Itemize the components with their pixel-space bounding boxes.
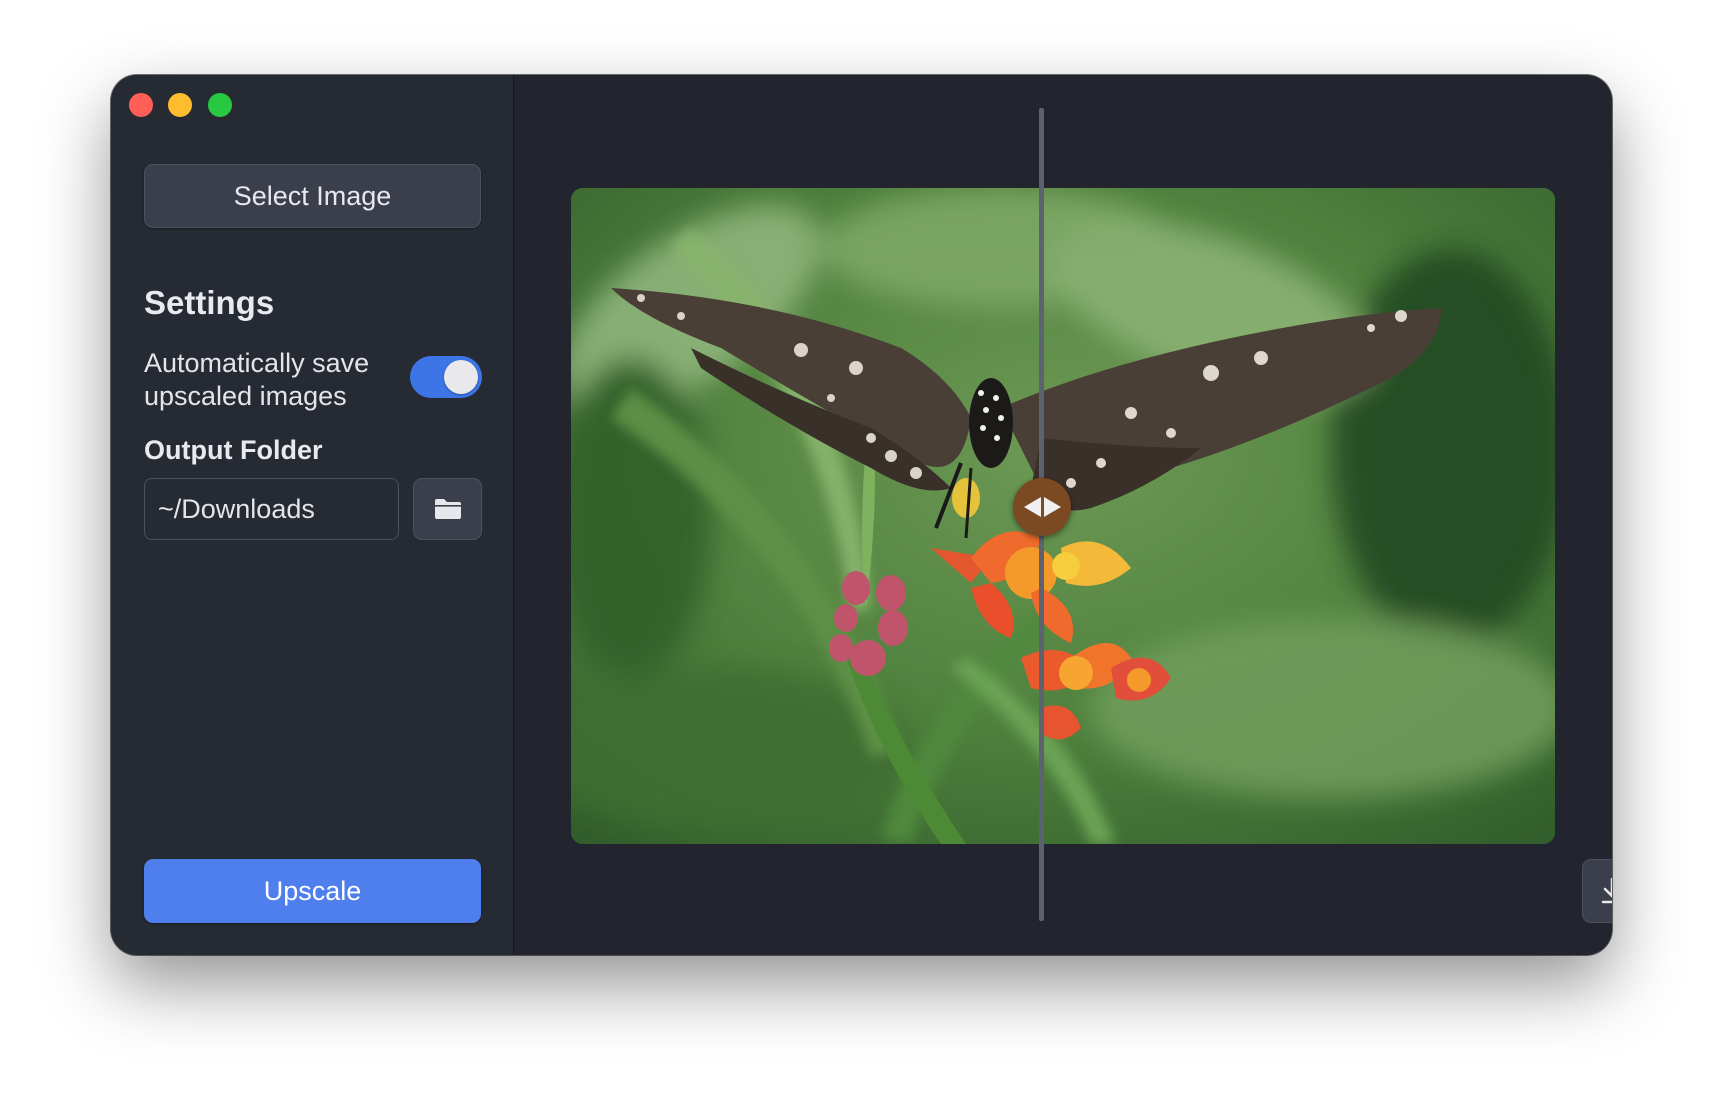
output-folder-field[interactable]: ~/Downloads (144, 478, 399, 540)
app-window: Select Image Settings Automatically save… (111, 75, 1612, 955)
auto-save-toggle[interactable] (410, 356, 482, 398)
select-image-button[interactable]: Select Image (144, 164, 481, 228)
window-close-button[interactable] (129, 93, 153, 117)
folder-icon (434, 499, 461, 519)
preview-area (514, 75, 1612, 955)
arrow-right-icon (1043, 497, 1061, 517)
window-minimize-button[interactable] (168, 93, 192, 117)
comparison-slider-handle[interactable] (1013, 478, 1071, 536)
upscale-button[interactable]: Upscale (144, 859, 481, 923)
output-folder-value: ~/Downloads (158, 493, 315, 524)
output-folder-label: Output Folder (144, 435, 323, 465)
download-icon (1601, 877, 1612, 904)
auto-save-label: Automatically save upscaled images (144, 348, 370, 411)
browse-folder-button[interactable] (413, 478, 482, 540)
settings-heading: Settings (144, 284, 275, 321)
download-button[interactable] (1582, 859, 1612, 923)
arrow-left-icon (1023, 497, 1041, 517)
window-maximize-button[interactable] (208, 93, 232, 117)
toggle-knob (444, 360, 478, 394)
select-image-label: Select Image (233, 180, 392, 211)
upscale-label: Upscale (263, 875, 362, 906)
sidebar: Select Image Settings Automatically save… (111, 75, 514, 955)
